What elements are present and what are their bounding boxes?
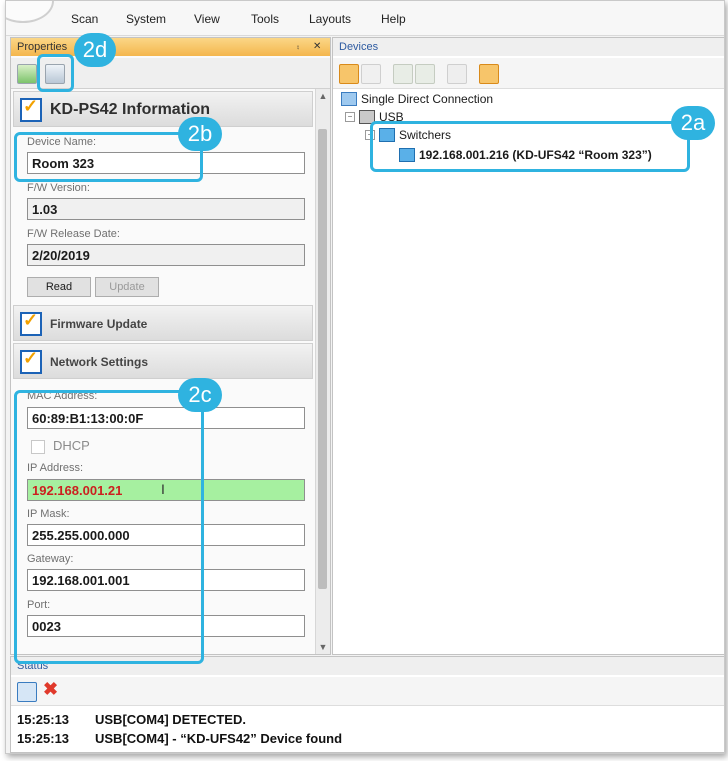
menu-help[interactable]: Help [381,12,406,26]
scroll-up-icon[interactable]: ▲ [316,91,330,101]
tree-item-root[interactable]: Single Direct Connection [361,92,493,106]
auto-scan-icon[interactable] [339,64,359,84]
callout-2d-highlight [37,54,74,92]
fw-release-date-label: F/W Release Date: [27,228,120,240]
disconnect-icon[interactable] [415,64,435,84]
pin-icon[interactable]: ⨾ [297,38,299,56]
checkmark-icon [20,96,42,122]
callout-2a-highlight [370,121,690,172]
menu-view[interactable]: View [194,12,220,26]
firmware-update-title: Firmware Update [50,317,148,331]
menu-bar: Scan System View Tools Layouts Help [6,1,724,36]
log-message: USB[COM4] DETECTED. [95,712,246,727]
collapse-icon[interactable]: − [345,112,355,122]
device-tree: Single Direct Connection − USB − Switche… [333,90,724,654]
log-time: 15:25:13 [17,712,70,727]
callout-2a-badge: 2a [671,106,715,140]
read-button[interactable]: Read [27,277,91,297]
menu-tools[interactable]: Tools [251,12,279,26]
log-message: USB[COM4] - “KD-UFS42” Device found [95,731,343,746]
connect-icon[interactable] [393,64,413,84]
callout-2d-badge: 2d [74,33,116,67]
grid-icon[interactable] [361,64,381,84]
status-toolbar: ✖ [11,677,724,706]
app-logo[interactable] [6,1,54,23]
properties-panel-title: Properties [17,41,68,53]
devices-panel-title: Devices [339,41,379,53]
fw-release-date-field: 2/20/2019 [27,244,305,266]
update-button[interactable]: Update [95,277,159,297]
checkmark-icon [20,310,42,336]
menu-layouts[interactable]: Layouts [309,12,351,26]
callout-2b-highlight [14,132,203,182]
checkmark-icon [20,348,42,374]
callout-2b-badge: 2b [178,117,222,151]
scroll-down-icon[interactable]: ▼ [316,642,330,652]
log-line: 15:25:13 USB[COM4] - “KD-UFS42” Device fo… [17,731,342,746]
callout-2c-highlight [14,390,204,664]
connection-icon [341,92,357,106]
status-panel: Status ✖ 15:25:13 USB[COM4] DETECTED. 15:… [10,656,724,753]
devices-panel-header: Devices [333,38,724,56]
properties-scrollbar[interactable]: ▲ ▼ [315,89,330,654]
network-settings-section-header[interactable]: Network Settings [13,343,313,379]
fw-version-field: 1.03 [27,198,305,220]
fw-version-label: F/W Version: [27,182,90,194]
info-section-title: KD-PS42 Information [50,101,211,118]
scrollbar-thumb[interactable] [318,129,327,589]
close-icon[interactable]: ✕ [313,38,321,56]
clear-log-icon[interactable]: ✖ [43,679,58,700]
read-all-icon[interactable] [17,64,37,84]
save-log-icon[interactable] [17,682,37,702]
menu-system[interactable]: System [126,12,166,26]
callout-2c-badge: 2c [178,378,222,412]
info-section-header[interactable]: KD-PS42 Information [13,91,313,127]
devices-toolbar [333,58,724,89]
firmware-update-section-header[interactable]: Firmware Update [13,305,313,341]
device-view-icon[interactable] [479,64,499,84]
log-time: 15:25:13 [17,731,70,746]
network-settings-title: Network Settings [50,355,149,369]
menu-scan[interactable]: Scan [71,12,98,26]
log-line: 15:25:13 USB[COM4] DETECTED. [17,712,246,727]
refresh-icon[interactable] [447,64,467,84]
